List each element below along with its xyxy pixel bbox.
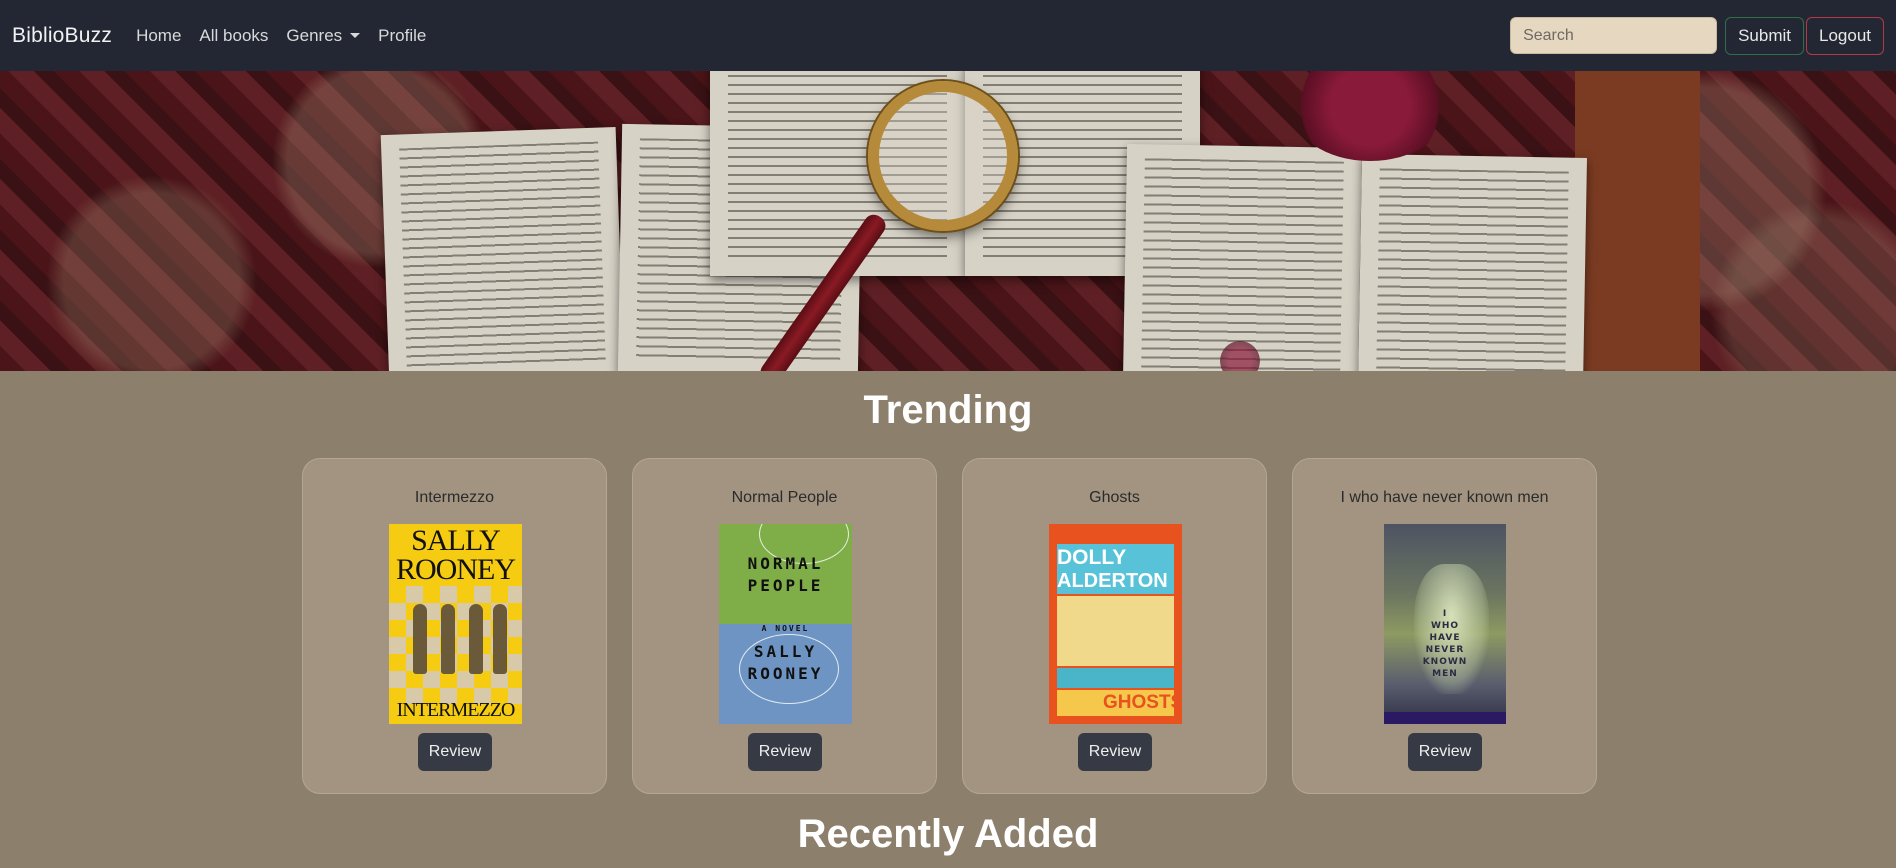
cover-figure [441, 604, 455, 674]
cover-band [1057, 668, 1174, 688]
cover-strip [1384, 712, 1506, 724]
book-title: I who have never known men [1340, 489, 1549, 506]
cover-author-line: ROONEY [747, 664, 824, 683]
cover-title-line: KNOWN [1422, 657, 1468, 667]
cover-title-line: I [1442, 609, 1448, 619]
cover-figure [469, 604, 483, 674]
book-title: Ghosts [1089, 489, 1140, 506]
hero-banner-image [0, 71, 1896, 371]
trending-title: Trending [863, 388, 1033, 432]
book-cover[interactable]: SALLY ROONEY INTERMEZZO [389, 524, 522, 724]
hero-page [1358, 154, 1587, 371]
cover-band [1057, 596, 1174, 666]
cover-author-last: ROONEY [396, 553, 516, 586]
hero-page [1122, 143, 1363, 371]
nav-link-home[interactable]: Home [136, 26, 181, 46]
book-card[interactable]: Intermezzo SALLY ROONEY INTERMEZZO Review [302, 458, 607, 794]
cover-author-line: SALLY [753, 642, 818, 661]
submit-button[interactable]: Submit [1725, 16, 1804, 55]
cover-title-line: PEOPLE [747, 576, 824, 595]
nav-dropdown-genres-label: Genres [286, 25, 343, 45]
cover-title: INTERMEZZO [396, 699, 516, 721]
hero-magnifier-lens [868, 81, 1018, 231]
review-button[interactable]: Review [1408, 733, 1482, 771]
book-card[interactable]: I who have never known men I WHO HAVE NE… [1292, 458, 1597, 794]
cover-title-line: HAVE [1429, 633, 1461, 643]
book-cover[interactable]: DOLLY ALDERTON GHOSTS [1049, 524, 1182, 724]
book-title: Intermezzo [414, 489, 495, 506]
navbar: BiblioBuzz Home All books Genres Profile… [0, 0, 1896, 71]
nav-actions: Submit Logout [1510, 16, 1884, 55]
cover-author-last: ALDERTON [1057, 570, 1168, 592]
review-button[interactable]: Review [748, 733, 822, 771]
book-cover[interactable]: NORMAL PEOPLE A NOVEL SALLY ROONEY [719, 524, 852, 724]
cover-title-line: NEVER [1425, 645, 1465, 655]
review-button[interactable]: Review [418, 733, 492, 771]
book-cover[interactable]: I WHO HAVE NEVER KNOWN MEN [1384, 524, 1506, 724]
cover-title: GHOSTS [1103, 692, 1182, 713]
cover-author-first: DOLLY [1057, 546, 1127, 569]
nav-link-profile[interactable]: Profile [378, 26, 426, 46]
cover-author: SALLY ROONEY [389, 526, 522, 586]
review-button[interactable]: Review [1078, 733, 1152, 771]
cover-title-line: NORMAL [747, 554, 824, 573]
hero-book-board [1575, 71, 1700, 371]
nav-dropdown-genres[interactable]: Genres [286, 25, 361, 46]
hero-page [380, 126, 625, 371]
trending-carousel: Intermezzo SALLY ROONEY INTERMEZZO Review… [0, 458, 1896, 796]
book-title: Normal People [731, 489, 838, 506]
cover-figure [413, 604, 427, 674]
nav-link-all-books[interactable]: All books [199, 26, 268, 46]
book-card[interactable]: Ghosts DOLLY ALDERTON GHOSTS Review [962, 458, 1267, 794]
brand-logo[interactable]: BiblioBuzz [12, 24, 112, 48]
cover-title-line: MEN [1432, 669, 1458, 679]
logout-button[interactable]: Logout [1806, 16, 1884, 55]
cover-title-line: WHO [1430, 621, 1460, 631]
cover-subtitle: A NOVEL [761, 624, 810, 633]
recently-added-title: Recently Added [797, 812, 1099, 856]
cover-figure [493, 604, 507, 674]
book-card[interactable]: Normal People NORMAL PEOPLE A NOVEL SALL… [632, 458, 937, 794]
search-input[interactable] [1510, 17, 1718, 54]
caret-down-icon [350, 33, 361, 38]
